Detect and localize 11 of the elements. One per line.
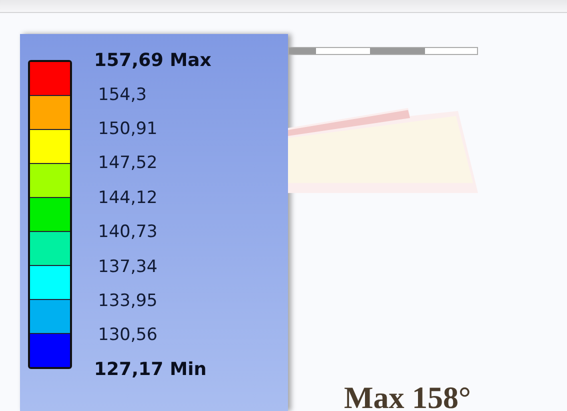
scale-value: 130,56 — [97, 325, 158, 346]
scale-value: 154,3 — [97, 84, 147, 105]
scale-value: 150,91 — [97, 118, 158, 139]
scale-value: 133,95 — [97, 290, 158, 311]
range-limit-label: 127,17 Min — [94, 359, 207, 380]
range-limit-label: 157,69 Max — [94, 50, 212, 71]
scale-value: 137,34 — [97, 256, 158, 277]
scale-value: 147,52 — [97, 153, 158, 174]
scale-value: 144,12 — [97, 188, 158, 208]
max-temperature-caption: Max 158° — [344, 380, 471, 411]
scale-value: 140,73 — [97, 222, 158, 242]
